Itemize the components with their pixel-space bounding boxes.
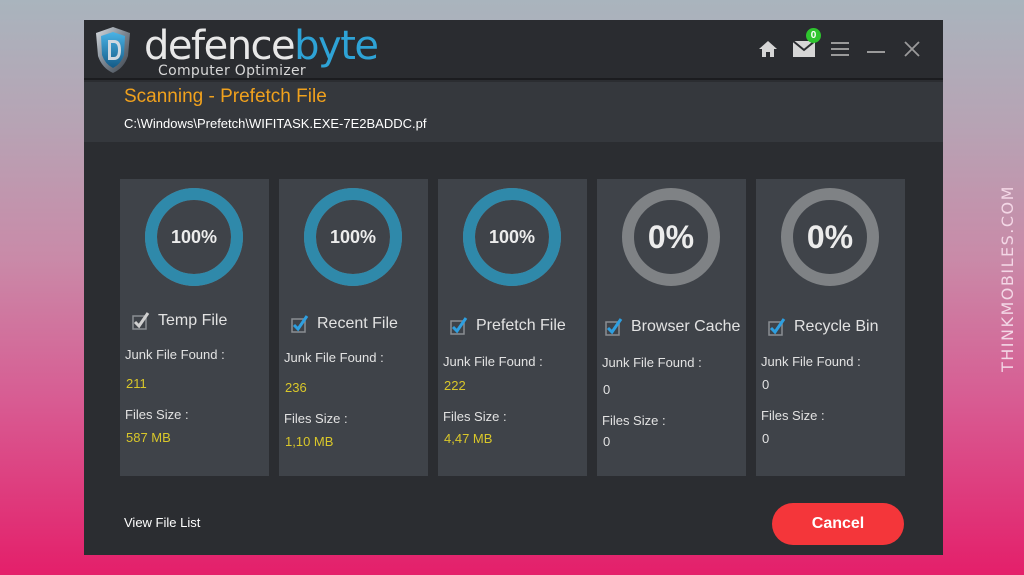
notification-badge: 0 (806, 28, 821, 43)
progress-percent: 100% (170, 226, 218, 247)
minimize-button[interactable] (865, 38, 887, 60)
junk-found-value: 222 (444, 378, 466, 393)
menu-button[interactable] (829, 38, 851, 60)
checkbox-checked-icon (132, 312, 150, 330)
files-size-label: Files Size : (602, 413, 666, 428)
title-bar: defencebyte Computer Optimizer 0 (84, 20, 943, 80)
brand-name-part2: byte (294, 23, 379, 69)
home-button[interactable] (757, 38, 779, 60)
progress-percent: 0% (806, 218, 854, 255)
files-size-label: Files Size : (284, 411, 348, 426)
home-icon (759, 41, 777, 57)
app-window: defencebyte Computer Optimizer 0 Scannin… (84, 20, 943, 555)
progress-percent: 0% (647, 218, 695, 255)
close-button[interactable] (901, 38, 923, 60)
files-size-value: 587 MB (126, 430, 171, 445)
junk-found-label: Junk File Found : (284, 350, 384, 365)
scan-current-file: C:\Windows\Prefetch\WIFITASK.EXE-7E2BADD… (124, 116, 427, 131)
category-card-browser-cache: 0% Browser Cache Junk File Found : 0 Fil… (597, 179, 746, 476)
cancel-button[interactable]: Cancel (772, 503, 904, 545)
checkbox-checked-icon (605, 318, 623, 336)
mail-icon (793, 41, 815, 57)
category-checkbox[interactable]: Prefetch File (450, 317, 566, 335)
scan-title: Scanning - Prefetch File (124, 86, 327, 107)
category-name: Temp File (158, 312, 228, 329)
category-card-temp-file: 100% Temp File Junk File Found : 211 Fil… (120, 179, 269, 476)
titlebar-actions: 0 (757, 28, 923, 60)
progress-percent: 100% (329, 226, 377, 247)
scan-status-bar: Scanning - Prefetch File C:\Windows\Pref… (84, 82, 943, 142)
files-size-value: 0 (603, 434, 611, 449)
category-checkbox[interactable]: Temp File (132, 312, 227, 330)
files-size-label: Files Size : (761, 408, 825, 423)
category-cards: 100% Temp File Junk File Found : 211 Fil… (120, 179, 905, 476)
junk-found-label: Junk File Found : (443, 354, 543, 369)
view-file-list-link[interactable]: View File List (124, 515, 200, 530)
watermark: THINKMOBILES.COM (998, 185, 1017, 372)
category-checkbox[interactable]: Recent File (291, 315, 398, 333)
junk-found-value: 211 (126, 376, 147, 391)
checkbox-checked-icon (768, 318, 786, 336)
junk-found-label: Junk File Found : (602, 355, 702, 370)
app-logo: defencebyte Computer Optimizer (92, 23, 379, 80)
junk-found-value: 236 (285, 380, 307, 395)
progress-percent: 100% (488, 226, 536, 247)
category-card-prefetch-file: 100% Prefetch File Junk File Found : 222… (438, 179, 587, 476)
files-size-label: Files Size : (443, 409, 507, 424)
messages-button[interactable]: 0 (793, 28, 821, 60)
category-name: Browser Cache (631, 318, 741, 335)
category-name: Recent File (317, 315, 398, 332)
files-size-value: 0 (762, 431, 770, 446)
tagline: Computer Optimizer (158, 63, 306, 79)
files-size-value: 1,10 MB (285, 434, 334, 449)
shield-logo-icon (96, 27, 130, 73)
files-size-value: 4,47 MB (444, 431, 493, 446)
junk-found-value: 0 (603, 382, 611, 397)
close-icon (904, 41, 920, 57)
junk-found-label: Junk File Found : (125, 347, 225, 362)
category-card-recycle-bin: 0% Recycle Bin Junk File Found : 0 Files… (756, 179, 905, 476)
category-checkbox[interactable]: Recycle Bin (768, 318, 878, 336)
category-card-recent-file: 100% Recent File Junk File Found : 236 F… (279, 179, 428, 476)
junk-found-value: 0 (762, 377, 770, 392)
menu-icon (831, 42, 849, 56)
files-size-label: Files Size : (125, 407, 189, 422)
category-name: Recycle Bin (794, 318, 879, 335)
minimize-icon (867, 51, 885, 53)
checkbox-checked-icon (291, 315, 309, 333)
category-checkbox[interactable]: Browser Cache (605, 318, 740, 336)
category-name: Prefetch File (476, 317, 566, 334)
checkbox-checked-icon (450, 317, 468, 335)
junk-found-label: Junk File Found : (761, 354, 861, 369)
